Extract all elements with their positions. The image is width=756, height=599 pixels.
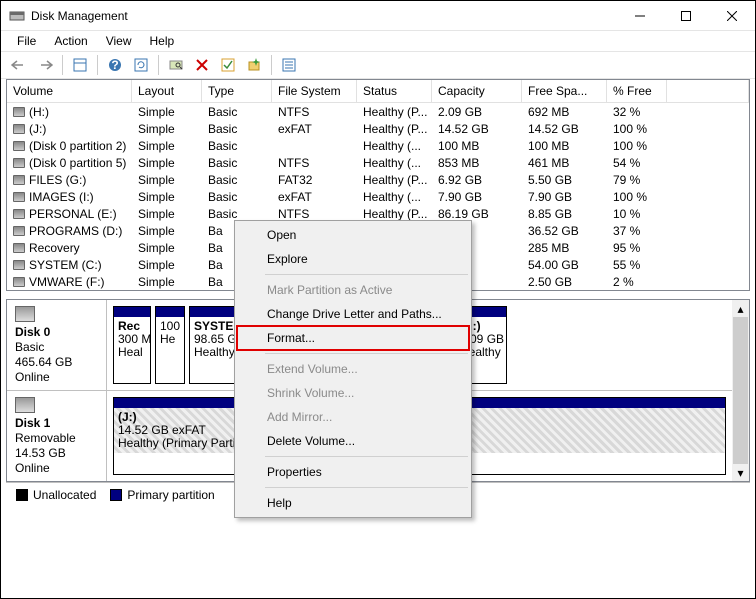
volume-icon: [13, 277, 25, 287]
volume-row[interactable]: (J:)SimpleBasicexFATHealthy (P...14.52 G…: [7, 120, 749, 137]
volume-row[interactable]: (Disk 0 partition 5)SimpleBasicNTFSHealt…: [7, 154, 749, 171]
menu-view[interactable]: View: [98, 32, 140, 50]
volume-icon: [13, 141, 25, 151]
partition[interactable]: Rec300 MHeal: [113, 306, 151, 384]
list-icon[interactable]: [277, 54, 301, 76]
partition[interactable]: 100He: [155, 306, 185, 384]
toolbar: ?: [1, 51, 755, 79]
maximize-button[interactable]: [663, 1, 709, 31]
col-capacity[interactable]: Capacity: [432, 80, 522, 102]
volume-icon: [13, 209, 25, 219]
disk-icon: [15, 306, 35, 322]
disk-label[interactable]: Disk 0Basic465.64 GBOnline: [7, 300, 107, 390]
volume-icon: [13, 175, 25, 185]
context-item-explore[interactable]: Explore: [237, 247, 469, 271]
col-pctfree[interactable]: % Free: [607, 80, 667, 102]
scroll-thumb[interactable]: [733, 317, 748, 464]
find-icon[interactable]: [164, 54, 188, 76]
col-layout[interactable]: Layout: [132, 80, 202, 102]
context-item-delete-volume[interactable]: Delete Volume...: [237, 429, 469, 453]
legend-unallocated: Unallocated: [33, 488, 96, 502]
context-item-add-mirror: Add Mirror...: [237, 405, 469, 429]
minimize-button[interactable]: [617, 1, 663, 31]
context-menu: OpenExplore Mark Partition as ActiveChang…: [234, 220, 472, 518]
scrollbar-vertical[interactable]: ▴ ▾: [732, 300, 749, 481]
col-status[interactable]: Status: [357, 80, 432, 102]
disk-icon: [15, 397, 35, 413]
col-volume[interactable]: Volume: [7, 80, 132, 102]
col-spacer: [667, 80, 749, 102]
primary-swatch: [110, 489, 122, 501]
volume-icon: [13, 226, 25, 236]
context-item-open[interactable]: Open: [237, 223, 469, 247]
disk-label[interactable]: Disk 1Removable14.53 GBOnline: [7, 391, 107, 481]
context-item-help[interactable]: Help: [237, 491, 469, 515]
context-item-format[interactable]: Format...: [237, 326, 469, 350]
svg-text:?: ?: [111, 58, 118, 72]
volume-row[interactable]: (H:)SimpleBasicNTFSHealthy (P...2.09 GB6…: [7, 103, 749, 120]
col-filesystem[interactable]: File System: [272, 80, 357, 102]
context-item-shrink-volume: Shrink Volume...: [237, 381, 469, 405]
context-item-properties[interactable]: Properties: [237, 460, 469, 484]
unallocated-swatch: [16, 489, 28, 501]
back-button[interactable]: [7, 54, 31, 76]
volume-icon: [13, 192, 25, 202]
scroll-up-icon[interactable]: ▴: [732, 300, 749, 317]
volume-row[interactable]: FILES (G:)SimpleBasicFAT32Healthy (P...6…: [7, 171, 749, 188]
col-type[interactable]: Type: [202, 80, 272, 102]
forward-button[interactable]: [33, 54, 57, 76]
window-title: Disk Management: [31, 9, 128, 23]
menu-action[interactable]: Action: [46, 32, 95, 50]
check-icon[interactable]: [216, 54, 240, 76]
context-item-mark-partition-as-active: Mark Partition as Active: [237, 278, 469, 302]
titlebar: Disk Management: [1, 1, 755, 31]
volume-row[interactable]: IMAGES (I:)SimpleBasicexFATHealthy (...7…: [7, 188, 749, 205]
disk-management-window: Disk Management File Action View Help ?: [0, 0, 756, 599]
menu-file[interactable]: File: [9, 32, 44, 50]
help-icon[interactable]: ?: [103, 54, 127, 76]
menu-help[interactable]: Help: [142, 32, 183, 50]
context-item-change-drive-letter-and-paths[interactable]: Change Drive Letter and Paths...: [237, 302, 469, 326]
volume-icon: [13, 260, 25, 270]
legend-primary: Primary partition: [127, 488, 214, 502]
scroll-down-icon[interactable]: ▾: [732, 464, 749, 481]
context-separator: [265, 456, 468, 457]
col-freespace[interactable]: Free Spa...: [522, 80, 607, 102]
context-item-extend-volume: Extend Volume...: [237, 357, 469, 381]
volume-list-header: Volume Layout Type File System Status Ca…: [7, 80, 749, 103]
delete-icon[interactable]: [190, 54, 214, 76]
volume-row[interactable]: (Disk 0 partition 2)SimpleBasicHealthy (…: [7, 137, 749, 154]
menubar: File Action View Help: [1, 31, 755, 51]
context-separator: [265, 274, 468, 275]
close-button[interactable]: [709, 1, 755, 31]
new-icon[interactable]: [242, 54, 266, 76]
volume-icon: [13, 124, 25, 134]
volume-icon: [13, 158, 25, 168]
app-icon: [9, 8, 25, 24]
refresh-icon[interactable]: [129, 54, 153, 76]
show-icon[interactable]: [68, 54, 92, 76]
context-separator: [265, 353, 468, 354]
volume-icon: [13, 243, 25, 253]
volume-icon: [13, 107, 25, 117]
context-separator: [265, 487, 468, 488]
